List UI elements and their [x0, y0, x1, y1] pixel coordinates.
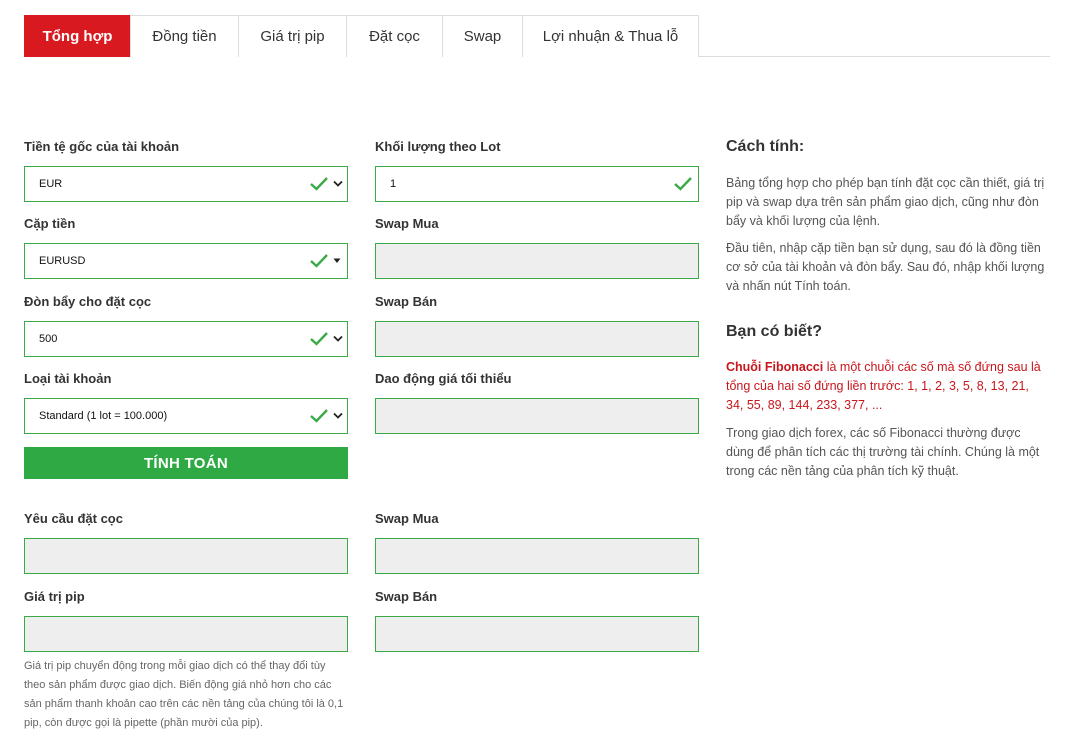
result-swap-buy-output: [375, 538, 699, 574]
how-to-title: Cách tính:: [726, 138, 805, 155]
lot-volume-value: 1: [390, 178, 397, 190]
tab-profit-loss[interactable]: Lợi nhuận & Thua lỗ: [522, 15, 699, 57]
calculator-tabs: Tổng hợp Đồng tiền Giá trị pip Đặt cọc S…: [24, 15, 1050, 57]
result-swap-sell-output: [375, 616, 699, 652]
lot-volume-input[interactable]: 1: [375, 166, 699, 202]
tab-swap[interactable]: Swap: [442, 15, 523, 57]
check-icon: [674, 177, 692, 191]
chevron-down-icon: [333, 335, 343, 342]
fibonacci-term: Chuỗi Fibonacci: [726, 360, 824, 374]
swap-sell-input[interactable]: [375, 321, 699, 357]
pip-value-note: Giá trị pip chuyển động trong mỗi giao d…: [24, 660, 344, 729]
lot-volume-label: Khối lượng theo Lot: [375, 139, 501, 154]
chevron-down-icon: [333, 180, 343, 187]
margin-required-output: [24, 538, 348, 574]
forex-paragraph: Trong giao dịch forex, các số Fibonacci …: [726, 426, 1040, 478]
how-to-paragraph-2: Đầu tiên, nhập cặp tiền bạn sử dụng, sau…: [726, 241, 1045, 293]
leverage-select[interactable]: 500: [24, 321, 348, 357]
result-swap-sell-label: Swap Bán: [375, 589, 438, 604]
account-type-select[interactable]: Standard (1 lot = 100.000): [24, 398, 348, 434]
min-fluctuation-label: Dao động giá tối thiểu: [375, 371, 512, 386]
tab-margin[interactable]: Đặt cọc: [346, 15, 443, 57]
tab-currency[interactable]: Đồng tiền: [130, 15, 239, 57]
account-currency-label: Tiền tệ gốc của tài khoản: [24, 139, 180, 154]
check-icon: [310, 177, 328, 191]
tab-pip-value[interactable]: Giá trị pip: [238, 15, 347, 57]
leverage-value: 500: [39, 333, 58, 345]
how-to-paragraph-1: Bảng tổng hợp cho phép bạn tính đặt cọc …: [726, 176, 1045, 228]
fibonacci-paragraph: Chuỗi Fibonacci là một chuỗi các số mà s…: [726, 358, 1048, 415]
account-currency-select[interactable]: EUR: [24, 166, 348, 202]
pip-value-label: Giá trị pip: [24, 589, 85, 604]
calculate-button[interactable]: TÍNH TOÁN: [24, 447, 348, 479]
account-currency-value: EUR: [39, 178, 63, 190]
account-type-label: Loại tài khoản: [24, 371, 112, 386]
check-icon: [310, 409, 328, 423]
pip-value-output: [24, 616, 348, 652]
leverage-label: Đòn bẩy cho đặt cọc: [24, 294, 152, 309]
currency-pair-label: Cặp tiền: [24, 216, 76, 231]
swap-buy-label: Swap Mua: [375, 216, 439, 231]
result-swap-buy-label: Swap Mua: [375, 511, 439, 526]
caret-down-icon: [333, 258, 341, 263]
swap-buy-input[interactable]: [375, 243, 699, 279]
tab-summary[interactable]: Tổng hợp: [24, 15, 131, 57]
check-icon: [310, 254, 328, 268]
swap-sell-label: Swap Bán: [375, 294, 438, 309]
chevron-down-icon: [333, 412, 343, 419]
account-type-value: Standard (1 lot = 100.000): [39, 410, 168, 422]
margin-required-label: Yêu cầu đặt cọc: [24, 511, 123, 526]
check-icon: [310, 332, 328, 346]
currency-pair-select[interactable]: EURUSD: [24, 243, 348, 279]
did-you-know-title: Bạn có biết?: [726, 323, 823, 340]
min-fluctuation-input[interactable]: [375, 398, 699, 434]
currency-pair-value: EURUSD: [39, 255, 86, 267]
